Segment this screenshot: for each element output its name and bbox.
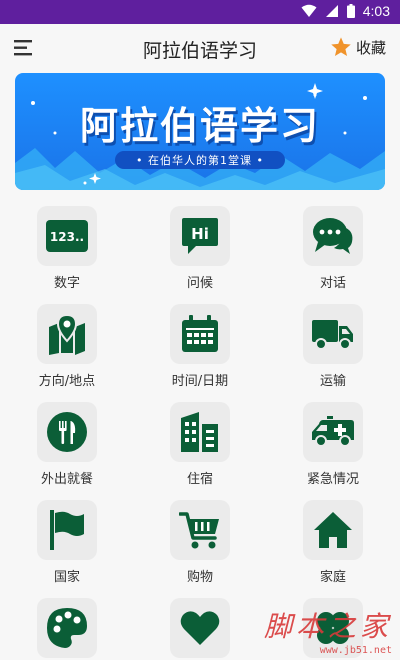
star-icon	[331, 37, 351, 56]
category-colors[interactable]	[17, 598, 117, 660]
category-dining[interactable]: 外出就餐	[17, 402, 117, 492]
restaurant-icon	[47, 412, 87, 452]
category-label: 外出就餐	[40, 472, 93, 487]
building-icon	[181, 412, 218, 452]
category-label: 家庭	[319, 570, 346, 585]
category-label: 时间/日期	[171, 374, 229, 389]
app-bar: 阿拉伯语学习 收藏	[0, 24, 400, 72]
category-icon-tile	[303, 304, 363, 364]
banner[interactable]: 阿拉伯语学习 • 在伯华人的第1堂课 •	[15, 73, 385, 190]
watermark-text: 脚本之家	[263, 610, 392, 643]
category-lodging[interactable]: 住宿	[150, 402, 250, 492]
watermark: 脚本之家 www.jb51.net	[264, 605, 392, 656]
category-shopping[interactable]: 购物	[150, 500, 250, 590]
wifi-icon	[301, 4, 317, 17]
favorites-label: 收藏	[355, 38, 386, 57]
battery-icon	[346, 4, 355, 18]
category-label: 国家	[53, 570, 80, 585]
svg-text:Hi: Hi	[191, 225, 209, 243]
category-icon-tile	[303, 500, 363, 560]
category-health[interactable]	[150, 598, 250, 660]
category-greetings[interactable]: Hi 问候	[150, 206, 250, 296]
numbers-icon: 123..	[46, 220, 88, 252]
status-icons: 4:03	[301, 3, 390, 19]
category-label: 住宿	[186, 472, 213, 487]
category-label: 方向/地点	[38, 374, 96, 389]
truck-icon	[312, 320, 353, 350]
category-icon-tile: 123..	[37, 206, 97, 266]
conversation-icon	[313, 218, 353, 254]
category-icon-tile	[170, 500, 230, 560]
category-label: 运输	[319, 374, 346, 389]
calendar-icon	[182, 315, 218, 352]
flag-icon	[50, 510, 84, 550]
banner-title: 阿拉伯语学习	[79, 104, 320, 148]
status-time: 4:03	[362, 3, 390, 19]
category-icon-tile	[37, 304, 97, 364]
heart-icon	[180, 611, 220, 645]
hi-chat-icon: Hi	[182, 218, 218, 254]
category-label: 对话	[319, 276, 346, 291]
category-emergency[interactable]: 紧急情况	[283, 402, 383, 492]
category-icon-tile	[37, 402, 97, 462]
category-numbers[interactable]: 123.. 数字	[17, 206, 117, 296]
category-family[interactable]: 家庭	[283, 500, 383, 590]
category-icon-tile	[170, 304, 230, 364]
banner-subtitle: • 在伯华人的第1堂课 •	[136, 154, 264, 167]
category-icon-tile	[37, 500, 97, 560]
category-icon-tile	[170, 402, 230, 462]
category-label: 购物	[186, 570, 213, 585]
category-icon-tile	[303, 402, 363, 462]
palette-icon	[47, 608, 87, 648]
svg-text:123..: 123..	[50, 230, 84, 244]
category-label: 紧急情况	[306, 472, 359, 487]
category-conversation[interactable]: 对话	[283, 206, 383, 296]
shopping-cart-icon	[179, 512, 219, 549]
category-countries[interactable]: 国家	[17, 500, 117, 590]
category-transport[interactable]: 运输	[283, 304, 383, 394]
category-label: 数字	[53, 276, 80, 291]
banner-subtitle-pill: • 在伯华人的第1堂课 •	[115, 151, 285, 169]
status-bar: 4:03	[0, 0, 400, 24]
category-icon-tile	[37, 598, 97, 658]
home-icon	[314, 512, 352, 548]
ambulance-icon	[312, 416, 354, 447]
favorites-button[interactable]: 收藏	[330, 36, 386, 58]
category-directions[interactable]: 方向/地点	[17, 304, 117, 394]
map-pin-icon	[49, 313, 85, 355]
category-time-date[interactable]: 时间/日期	[150, 304, 250, 394]
watermark-url: www.jb51.net	[319, 645, 392, 656]
category-label: 问候	[186, 276, 213, 291]
category-icon-tile	[170, 598, 230, 658]
category-icon-tile: Hi	[170, 206, 230, 266]
category-icon-tile	[303, 206, 363, 266]
cellular-icon	[325, 5, 338, 17]
